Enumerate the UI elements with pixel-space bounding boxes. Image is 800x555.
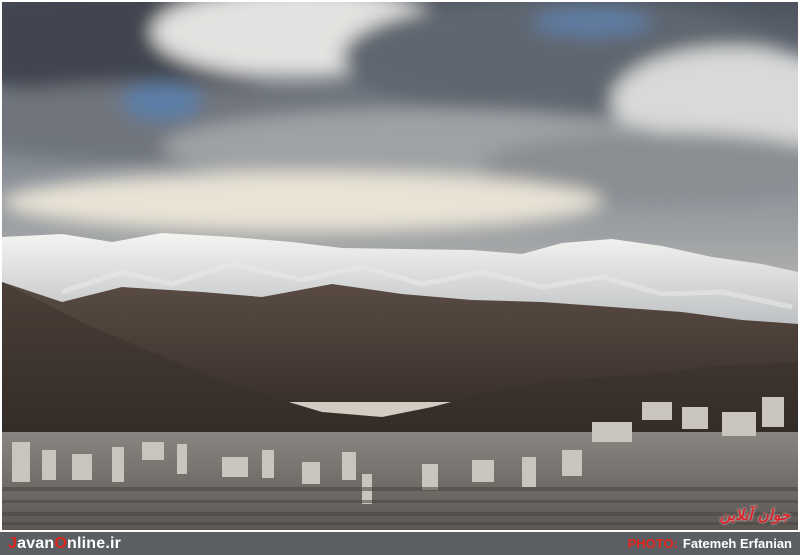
brand-text-avan: avan (17, 534, 55, 552)
credit-label: PHOTO: (627, 536, 678, 551)
brand-letter-j: J (8, 534, 18, 552)
watermark-logo: جوان آنلاین (719, 506, 790, 524)
cloud-layer (2, 2, 798, 232)
site-brand: JavanOnline.ir (8, 535, 121, 553)
brand-letter-o: O (54, 534, 68, 552)
landscape-photo: جوان آنلاین (2, 2, 798, 530)
brand-text-nline: nline.ir (67, 534, 122, 552)
photo-frame: جوان آنلاین JavanOnline.ir PHOTO: Fatemeh… (0, 0, 800, 555)
credit-name: Fatemeh Erfanian (682, 536, 792, 551)
photo-credit-bar: JavanOnline.ir PHOTO: Fatemeh Erfanian (0, 532, 800, 555)
photo-credit: PHOTO: Fatemeh Erfanian (628, 536, 792, 551)
